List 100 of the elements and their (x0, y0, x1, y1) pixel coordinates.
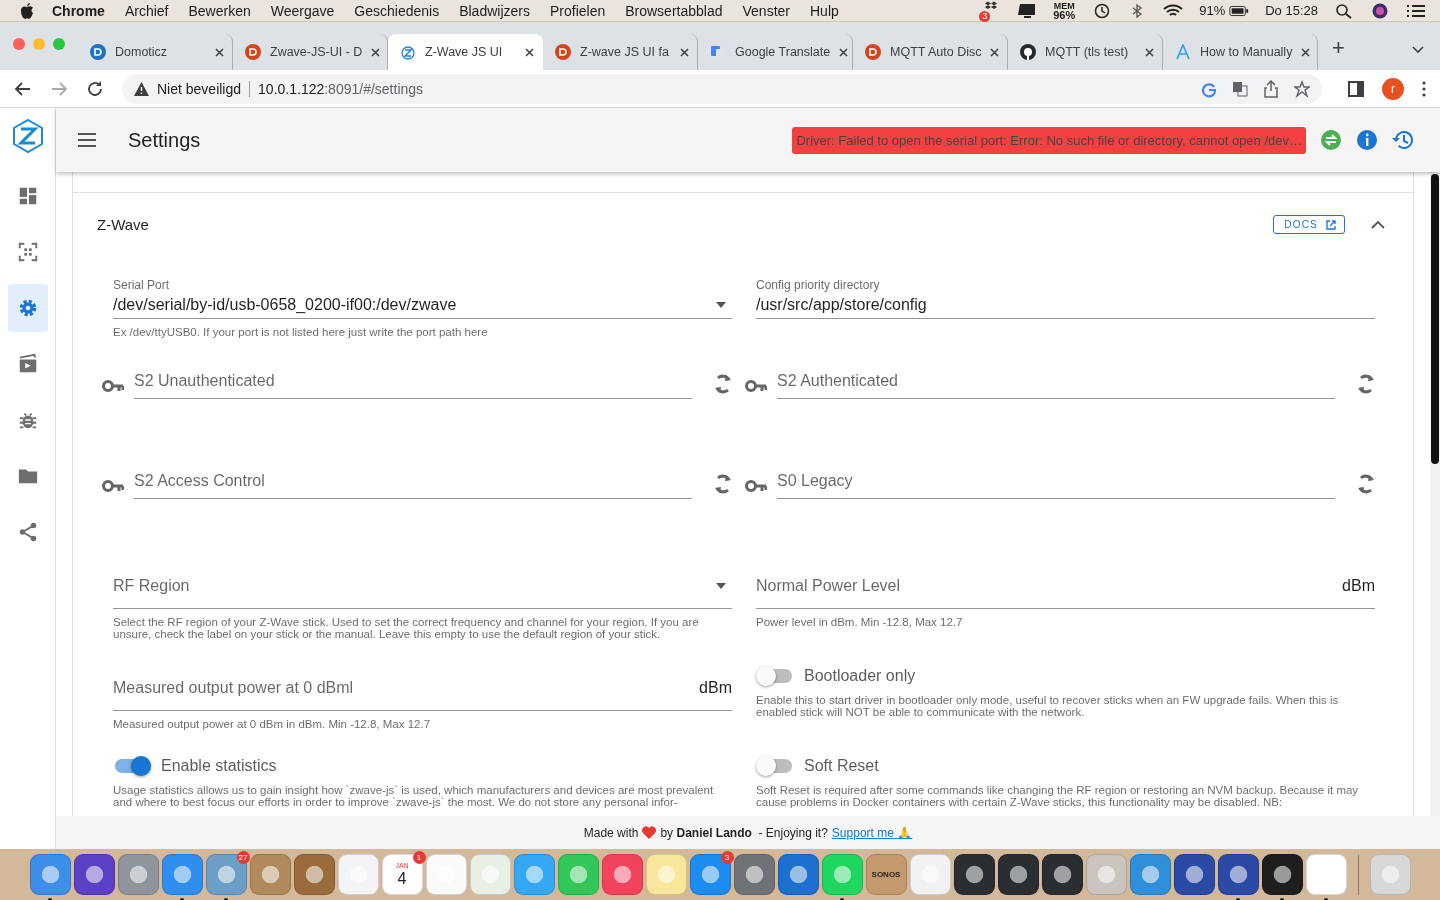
menu-item[interactable]: Archief (124, 2, 169, 19)
toggle-switch[interactable] (756, 666, 794, 686)
refresh-icon[interactable] (1357, 474, 1375, 494)
chevron-up-icon[interactable] (1371, 219, 1385, 230)
input-field[interactable]: S2 Unauthenticated (134, 364, 692, 399)
info-icon[interactable] (1356, 129, 1378, 151)
input-field[interactable]: S2 Access Control (134, 464, 692, 499)
display-icon[interactable] (1017, 2, 1038, 19)
back-icon[interactable] (14, 79, 32, 98)
chevron-down-icon[interactable] (1412, 46, 1424, 54)
side-panel-icon[interactable] (1348, 79, 1364, 98)
apple-logo-icon[interactable] (20, 2, 34, 19)
toggle-switch[interactable] (756, 756, 794, 776)
calendar-day: 4 (397, 870, 407, 887)
close-icon[interactable] (1145, 47, 1154, 57)
field-hint: Measured output power at 0 dBm in dBm. Min -12.8, Max 12.7 (113, 718, 432, 730)
security-label: Niet beveiligd (157, 80, 242, 97)
close-icon[interactable] (680, 47, 689, 57)
menu-item[interactable]: Bladwijzers (459, 2, 530, 19)
menu-item[interactable]: Geschiedenis (354, 2, 440, 19)
refresh-icon[interactable] (714, 474, 732, 494)
select-field[interactable]: /dev/serial/by-id/usb-0658_0200-if00:/dev/zwave (113, 292, 732, 319)
switch-label: Bootloader only (804, 667, 916, 685)
menubar-clock[interactable]: Do 15:28 (1265, 3, 1318, 18)
switch-label: Enable statistics (161, 757, 277, 775)
input-field[interactable]: S2 Authenticated (777, 364, 1335, 399)
input-field[interactable]: /usr/src/app/store/config (756, 292, 1375, 319)
close-icon[interactable] (839, 47, 849, 57)
close-icon[interactable] (990, 47, 1000, 57)
dropbox-icon[interactable] (983, 0, 1000, 12)
power-logo-icon (555, 44, 571, 60)
reload-icon[interactable] (86, 79, 104, 98)
field-label: Config priority directory (756, 278, 881, 292)
url-text: 10.0.1.122:8091/#/settings (258, 80, 424, 97)
refresh-icon[interactable] (714, 374, 732, 394)
browser-tab[interactable]: Domoticz (78, 34, 233, 70)
browser-tab[interactable]: MQTT (tls test) (1008, 34, 1163, 70)
browser-tab[interactable]: Z-Wave JS UI (388, 34, 543, 70)
switch-label: Soft Reset (804, 757, 879, 775)
app-icon[interactable] (1217, 854, 1259, 900)
input-field[interactable]: Measured output power at 0 dBml dBm (113, 666, 732, 711)
scrollbar[interactable] (1430, 172, 1440, 816)
panel-title: Z-Wave (97, 216, 149, 233)
menu-item[interactable]: Chrome (52, 2, 105, 19)
search-icon[interactable] (1334, 2, 1354, 19)
select-field[interactable]: RF Region (113, 564, 732, 609)
app-label: SONOS (871, 870, 901, 879)
error-banner: Driver: Failed to open the serial port: Error: No such file or directory, cannot open /dev… (792, 126, 1306, 154)
menu-item[interactable]: Browsertabblad (625, 2, 723, 19)
app-icon[interactable] (1261, 854, 1303, 900)
support-link[interactable]: Support me 🙏 (831, 825, 913, 840)
refresh-icon[interactable] (1357, 374, 1375, 394)
more-icon[interactable] (1422, 79, 1426, 98)
menu-item[interactable]: Weergave (270, 2, 335, 19)
browser-tab[interactable]: Google Translate (698, 34, 853, 70)
page-title: Settings (128, 128, 201, 152)
input-field[interactable]: Normal Power Level dBm (756, 564, 1375, 609)
field-hint: Power level in dBm. Min -12.8, Max 12.7 (756, 616, 964, 628)
address-bar[interactable]: Niet beveiligd 10.0.1.122:8091/#/settings (122, 73, 1322, 104)
menu-item[interactable]: Venster (742, 2, 790, 19)
caret-icon[interactable] (716, 583, 726, 589)
mem-label: MEM (1053, 1, 1075, 11)
close-icon[interactable] (215, 47, 224, 57)
docs-button[interactable]: DOCS (1273, 215, 1345, 234)
share-icon[interactable] (1264, 79, 1278, 98)
field-hint: Usage statistics allows us to gain insight how `zwave-js` is used, which manufacturers and devices are most prevalent and where to best focus our efforts in order to improve `zwave-js` the most. We do not store any personal infor- (113, 784, 715, 808)
field-hint: Select the RF region of your Z-Wave stick. Used to set the correct frequency and channel for your region. If you are unsure, check the label on your stick or the manual. Leave this empty to use the default region of your stick. (113, 616, 700, 640)
profile-avatar[interactable]: r (1382, 77, 1404, 100)
input-field[interactable]: S0 Legacy (777, 464, 1335, 499)
new-tab-button[interactable]: + (1318, 35, 1357, 65)
close-icon[interactable] (525, 47, 534, 57)
cat-logo-icon (1020, 44, 1036, 60)
external-link-icon (1326, 219, 1336, 230)
menu-item[interactable]: Hulp (810, 2, 839, 19)
menu-item[interactable]: Bewerken (188, 2, 251, 19)
list-icon[interactable] (1406, 2, 1426, 19)
notification-badge: 3 (979, 10, 991, 22)
browser-tab[interactable]: Z-wave JS UI fa (543, 34, 698, 70)
menu-item[interactable]: Profielen (549, 2, 606, 19)
toggle-switch[interactable] (113, 756, 151, 776)
swap-icon[interactable] (1320, 129, 1342, 151)
browser-tab[interactable]: MQTT Auto Disc (853, 34, 1008, 70)
star-icon[interactable] (1294, 79, 1310, 98)
z-logo-icon (400, 44, 416, 60)
translate-icon[interactable] (1232, 79, 1248, 98)
battery-percent: 91% (1199, 3, 1226, 18)
caret-icon[interactable] (716, 302, 726, 308)
history-icon[interactable] (1392, 129, 1414, 151)
browser-tab[interactable]: How to Manually (1163, 34, 1318, 70)
close-icon[interactable] (1301, 47, 1311, 57)
mem-value: 96% (1053, 10, 1076, 20)
nav-button[interactable] (7, 284, 48, 332)
field-hint: Enable this to start driver in bootloader only mode, useful to recover sticks when an FW upgrade fails. When this is enabled stick will NOT be able to communicate with the network. (756, 694, 1340, 718)
browser-tab[interactable]: Zwave-JS-UI - D (233, 34, 388, 70)
orb-icon[interactable] (1370, 2, 1390, 19)
menu-icon[interactable] (76, 132, 98, 148)
letter-logo-icon (1175, 44, 1191, 60)
key-icon (102, 380, 124, 392)
power-logo-icon (245, 44, 261, 60)
close-icon[interactable] (371, 47, 381, 57)
